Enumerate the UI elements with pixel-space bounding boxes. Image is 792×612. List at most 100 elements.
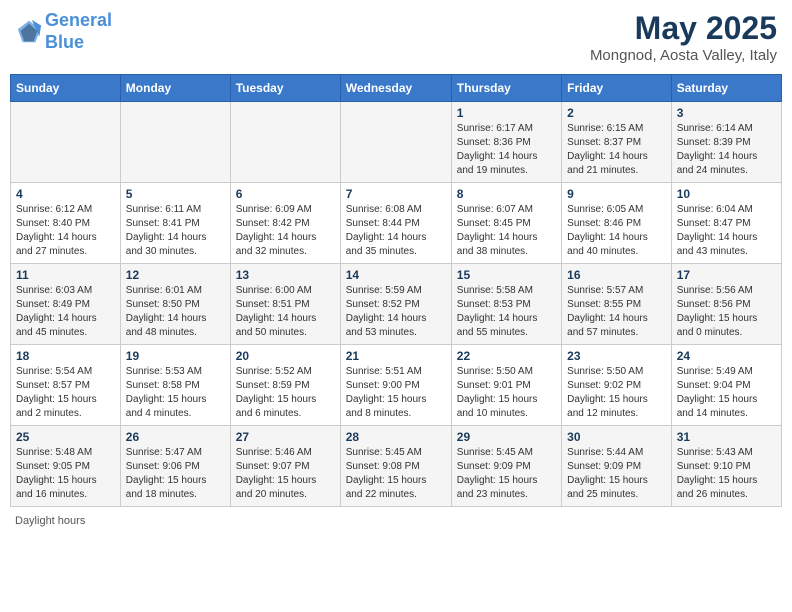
day-number: 2 [567,106,666,120]
calendar-cell: 5 Sunrise: 6:11 AM Sunset: 8:41 PM Daylig… [120,183,230,264]
logo-text: General Blue [45,10,112,53]
calendar-week-row: 1Sunrise: 6:17 AM Sunset: 8:36 PM Daylig… [11,102,782,183]
day-info: Sunrise: 5:51 AM Sunset: 9:00 PM Dayligh… [346,365,446,421]
day-number: 23 [567,349,666,363]
day-info: Sunrise: 6:00 AM Sunset: 8:51 PM Dayligh… [236,284,335,340]
day-number: 29 [457,430,556,444]
calendar-cell: 16 Sunrise: 5:57 AM Sunset: 8:55 PM Dayli… [562,264,672,345]
day-number: 18 [16,349,115,363]
calendar-table: SundayMondayTuesdayWednesdayThursdayFrid… [10,74,782,507]
legend: Daylight hours [10,515,782,527]
day-number: 22 [457,349,556,363]
calendar-cell: 14 Sunrise: 5:59 AM Sunset: 8:52 PM Dayli… [340,264,451,345]
calendar-cell: 12 Sunrise: 6:01 AM Sunset: 8:50 PM Dayli… [120,264,230,345]
day-info: Sunrise: 6:15 AM Sunset: 8:37 PM Dayligh… [567,122,666,178]
logo-line2: Blue [45,32,84,52]
day-number: 4 [16,187,115,201]
calendar-cell: 10 Sunrise: 6:04 AM Sunset: 8:47 PM Dayli… [671,183,781,264]
day-info: Sunrise: 6:03 AM Sunset: 8:49 PM Dayligh… [16,284,115,340]
day-info: Sunrise: 6:01 AM Sunset: 8:50 PM Dayligh… [126,284,225,340]
calendar-cell [340,102,451,183]
day-info: Sunrise: 5:45 AM Sunset: 9:08 PM Dayligh… [346,446,446,502]
calendar-day-header: Sunday [11,75,121,102]
calendar-cell [230,102,340,183]
calendar-day-header: Monday [120,75,230,102]
day-number: 27 [236,430,335,444]
calendar-cell: 27 Sunrise: 5:46 AM Sunset: 9:07 PM Dayli… [230,426,340,507]
day-number: 5 [126,187,225,201]
day-info: Sunrise: 5:57 AM Sunset: 8:55 PM Dayligh… [567,284,666,340]
day-info: Sunrise: 6:14 AM Sunset: 8:39 PM Dayligh… [677,122,776,178]
day-number: 7 [346,187,446,201]
day-info: Sunrise: 5:43 AM Sunset: 9:10 PM Dayligh… [677,446,776,502]
day-info: Sunrise: 5:53 AM Sunset: 8:58 PM Dayligh… [126,365,225,421]
day-info: Sunrise: 5:59 AM Sunset: 8:52 PM Dayligh… [346,284,446,340]
calendar-cell: 28 Sunrise: 5:45 AM Sunset: 9:08 PM Dayli… [340,426,451,507]
calendar-cell: 15 Sunrise: 5:58 AM Sunset: 8:53 PM Dayli… [451,264,561,345]
day-info: Sunrise: 6:08 AM Sunset: 8:44 PM Dayligh… [346,203,446,259]
day-info: Sunrise: 6:05 AM Sunset: 8:46 PM Dayligh… [567,203,666,259]
day-number: 15 [457,268,556,282]
day-info: Sunrise: 5:54 AM Sunset: 8:57 PM Dayligh… [16,365,115,421]
calendar-cell: 31Sunrise: 5:43 AM Sunset: 9:10 PM Dayli… [671,426,781,507]
calendar-cell: 19 Sunrise: 5:53 AM Sunset: 8:58 PM Dayli… [120,345,230,426]
location-subtitle: Mongnod, Aosta Valley, Italy [590,47,777,64]
day-number: 17 [677,268,776,282]
day-info: Sunrise: 5:56 AM Sunset: 8:56 PM Dayligh… [677,284,776,340]
calendar-cell: 17 Sunrise: 5:56 AM Sunset: 8:56 PM Dayli… [671,264,781,345]
day-number: 28 [346,430,446,444]
day-number: 16 [567,268,666,282]
day-number: 19 [126,349,225,363]
calendar-cell: 21 Sunrise: 5:51 AM Sunset: 9:00 PM Dayli… [340,345,451,426]
day-number: 21 [346,349,446,363]
day-info: Sunrise: 5:44 AM Sunset: 9:09 PM Dayligh… [567,446,666,502]
calendar-cell: 11 Sunrise: 6:03 AM Sunset: 8:49 PM Dayli… [11,264,121,345]
page-header: General Blue May 2025 Mongnod, Aosta Val… [10,10,782,64]
title-area: May 2025 Mongnod, Aosta Valley, Italy [590,10,777,64]
day-info: Sunrise: 5:46 AM Sunset: 9:07 PM Dayligh… [236,446,335,502]
day-number: 8 [457,187,556,201]
day-number: 26 [126,430,225,444]
day-number: 10 [677,187,776,201]
day-info: Sunrise: 6:07 AM Sunset: 8:45 PM Dayligh… [457,203,556,259]
calendar-cell: 24Sunrise: 5:49 AM Sunset: 9:04 PM Dayli… [671,345,781,426]
calendar-cell: 7 Sunrise: 6:08 AM Sunset: 8:44 PM Daylig… [340,183,451,264]
day-info: Sunrise: 6:09 AM Sunset: 8:42 PM Dayligh… [236,203,335,259]
calendar-cell [120,102,230,183]
day-number: 24 [677,349,776,363]
calendar-week-row: 11 Sunrise: 6:03 AM Sunset: 8:49 PM Dayli… [11,264,782,345]
day-number: 12 [126,268,225,282]
calendar-cell: 29Sunrise: 5:45 AM Sunset: 9:09 PM Dayli… [451,426,561,507]
logo: General Blue [15,10,112,53]
day-info: Sunrise: 5:48 AM Sunset: 9:05 PM Dayligh… [16,446,115,502]
calendar-cell: 20Sunrise: 5:52 AM Sunset: 8:59 PM Dayli… [230,345,340,426]
calendar-day-header: Saturday [671,75,781,102]
calendar-day-header: Wednesday [340,75,451,102]
calendar-cell: 25 Sunrise: 5:48 AM Sunset: 9:05 PM Dayli… [11,426,121,507]
day-info: Sunrise: 6:12 AM Sunset: 8:40 PM Dayligh… [16,203,115,259]
day-info: Sunrise: 6:11 AM Sunset: 8:41 PM Dayligh… [126,203,225,259]
month-year-title: May 2025 [590,10,777,47]
calendar-day-header: Thursday [451,75,561,102]
calendar-cell: 6 Sunrise: 6:09 AM Sunset: 8:42 PM Daylig… [230,183,340,264]
daylight-hours-label: Daylight hours [15,515,85,527]
day-number: 6 [236,187,335,201]
day-info: Sunrise: 6:17 AM Sunset: 8:36 PM Dayligh… [457,122,556,178]
logo-line1: General [45,10,112,30]
calendar-cell: 2 Sunrise: 6:15 AM Sunset: 8:37 PM Daylig… [562,102,672,183]
day-number: 14 [346,268,446,282]
calendar-header-row: SundayMondayTuesdayWednesdayThursdayFrid… [11,75,782,102]
calendar-cell: 3Sunrise: 6:14 AM Sunset: 8:39 PM Daylig… [671,102,781,183]
calendar-cell: 13Sunrise: 6:00 AM Sunset: 8:51 PM Dayli… [230,264,340,345]
calendar-week-row: 4 Sunrise: 6:12 AM Sunset: 8:40 PM Daylig… [11,183,782,264]
day-number: 30 [567,430,666,444]
calendar-cell: 22Sunrise: 5:50 AM Sunset: 9:01 PM Dayli… [451,345,561,426]
day-info: Sunrise: 6:04 AM Sunset: 8:47 PM Dayligh… [677,203,776,259]
calendar-cell: 26Sunrise: 5:47 AM Sunset: 9:06 PM Dayli… [120,426,230,507]
day-info: Sunrise: 5:58 AM Sunset: 8:53 PM Dayligh… [457,284,556,340]
calendar-cell: 9Sunrise: 6:05 AM Sunset: 8:46 PM Daylig… [562,183,672,264]
day-number: 25 [16,430,115,444]
calendar-cell: 18 Sunrise: 5:54 AM Sunset: 8:57 PM Dayli… [11,345,121,426]
day-number: 11 [16,268,115,282]
calendar-cell: 4 Sunrise: 6:12 AM Sunset: 8:40 PM Daylig… [11,183,121,264]
